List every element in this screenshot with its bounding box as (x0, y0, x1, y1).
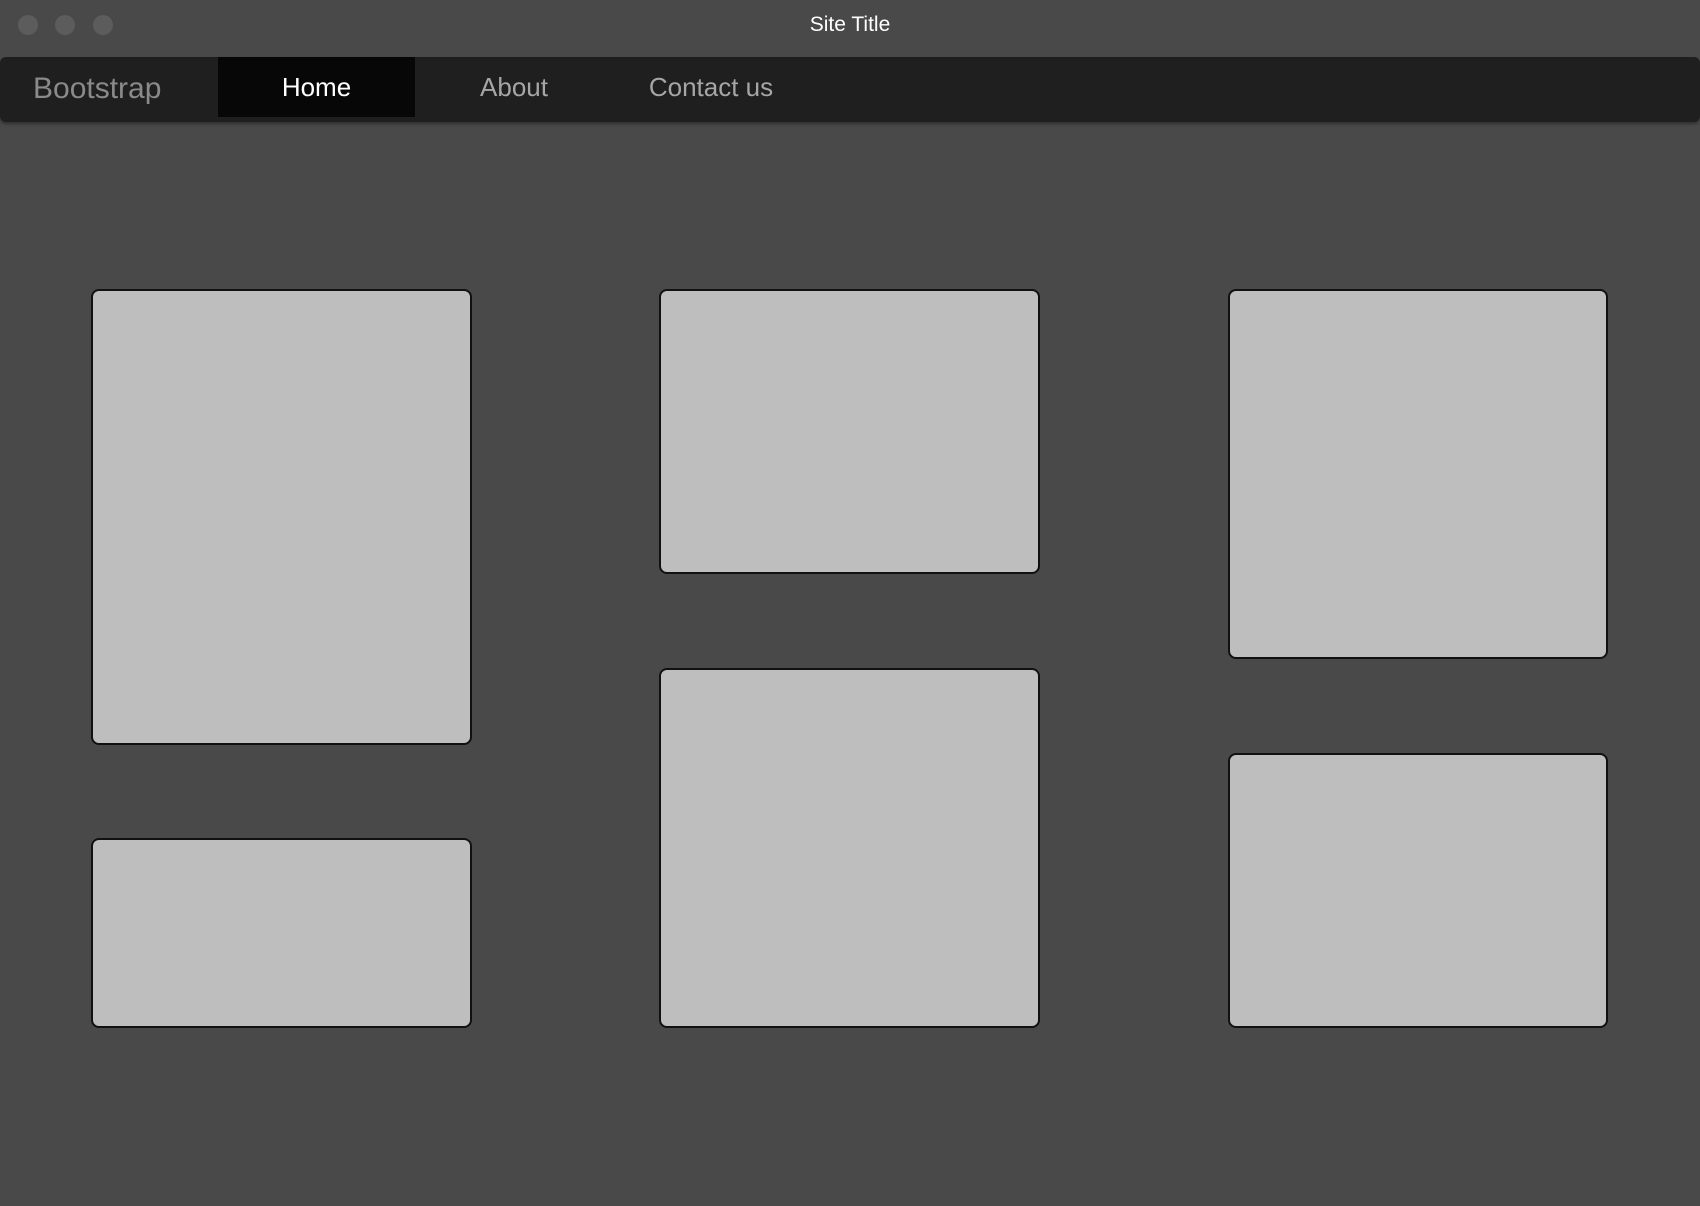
content-card (659, 289, 1040, 574)
content-card (1228, 289, 1608, 659)
navbar-brand[interactable]: Bootstrap (33, 72, 161, 106)
content-card (1228, 753, 1608, 1028)
content-card (91, 289, 472, 745)
navbar: Bootstrap Home About Contact us (0, 57, 1700, 122)
nav-item-contact-us[interactable]: Contact us (612, 57, 810, 117)
content-card (659, 668, 1040, 1028)
title-bar: Site Title (0, 0, 1700, 56)
nav-item-about[interactable]: About (414, 57, 614, 117)
app-window: Site Title Bootstrap Home About Contact … (0, 0, 1700, 1206)
window-title: Site Title (809, 13, 891, 36)
nav-item-home[interactable]: Home (218, 57, 415, 117)
content-card (91, 838, 472, 1028)
